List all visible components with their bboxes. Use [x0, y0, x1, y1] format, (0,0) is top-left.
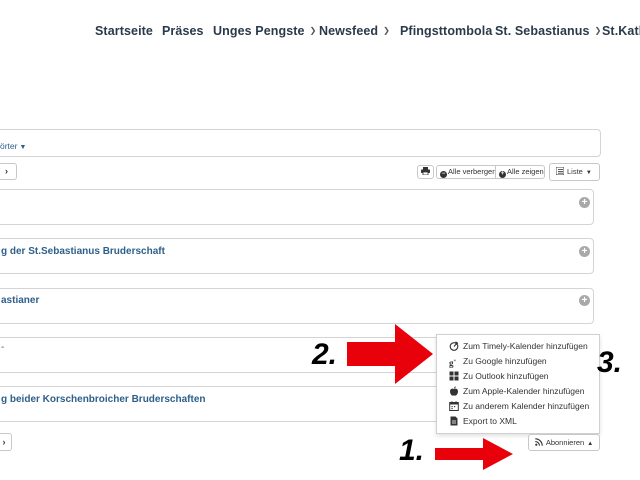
nav-item-st-katha[interactable]: St.Katha [602, 24, 640, 38]
nav-item-newsfeed[interactable]: Newsfeed ❯ [319, 24, 390, 38]
show-all-button[interactable]: + Alle zeigen [495, 165, 545, 179]
chevron-down-icon: ❯ [309, 26, 317, 35]
timely-icon [449, 341, 459, 351]
event-title[interactable]: g beider Korschenbroicher Bruderschaften [1, 394, 206, 405]
menu-item-google[interactable]: g+ Zu Google hinzufügen [449, 355, 547, 368]
subscribe-dropdown-menu: Zum Timely-Kalender hinzufügen g+ Zu Goog… [436, 334, 600, 434]
calendar-icon [449, 401, 459, 411]
subscribe-button[interactable]: Abonnieren ▲ [528, 434, 600, 451]
categories-filter[interactable]: örter ▼ [0, 141, 26, 151]
nav-label: Unges Pengste [213, 24, 305, 38]
google-plus-icon: g+ [449, 358, 457, 368]
annotation-number-3: 3. [597, 346, 623, 379]
list-icon [555, 166, 565, 176]
nav-item-startseite[interactable]: Startseite [95, 24, 153, 38]
printer-icon [421, 167, 430, 176]
expand-plus-icon[interactable]: + [579, 295, 590, 306]
expand-plus-icon[interactable]: + [579, 246, 590, 257]
event-item[interactable]: astianer + [0, 288, 594, 324]
menu-item-label: Export to XML [463, 416, 517, 426]
menu-item-apple[interactable]: Zum Apple-Kalender hinzufügen [449, 385, 584, 397]
chevron-right-icon: › [2, 437, 6, 447]
chevron-down-icon: ❯ [594, 26, 602, 35]
hide-all-button[interactable]: − Alle verbergen [436, 165, 496, 179]
apple-icon [450, 386, 458, 396]
view-switcher[interactable]: Liste ▼ [549, 163, 600, 181]
chevron-right-icon: › [5, 166, 8, 176]
subscribe-label: Abonnieren [545, 438, 585, 447]
expand-plus-icon[interactable]: + [579, 197, 590, 208]
view-label: Liste [567, 167, 583, 176]
nav-item-unges-pengste[interactable]: Unges Pengste ❯ [213, 24, 316, 38]
hide-all-label: Alle verbergen [448, 167, 497, 176]
event-title[interactable]: astianer [1, 295, 39, 306]
menu-item-export-xml[interactable]: Export to XML [449, 415, 517, 427]
menu-item-other-calendar[interactable]: Zu anderem Kalender hinzufügen [449, 400, 589, 412]
chevron-down-icon: ❯ [383, 26, 390, 35]
menu-item-label: Zu Outlook hinzufügen [463, 371, 549, 381]
caret-down-icon: ▼ [19, 144, 27, 151]
filter-bar [0, 129, 601, 157]
show-all-label: Alle zeigen [507, 167, 544, 176]
nav-item-praeses[interactable]: Präses [162, 24, 204, 38]
red-arrow-2 [347, 324, 433, 384]
event-item[interactable]: + [0, 189, 594, 225]
nav-label: Startseite [95, 24, 153, 38]
caret-up-icon: ▲ [587, 441, 594, 447]
nav-item-pfingsttombola[interactable]: Pfingsttombola [400, 24, 492, 38]
menu-item-label: Zum Timely-Kalender hinzufügen [463, 341, 588, 351]
nav-label: St. Sebastianus [495, 24, 590, 38]
minus-circle-icon: − [440, 171, 447, 178]
nav-label: Pfingsttombola [400, 24, 493, 38]
plus-circle-icon: + [499, 171, 506, 178]
menu-item-outlook[interactable]: Zu Outlook hinzufügen [449, 370, 549, 382]
nav-label: Newsfeed [319, 24, 379, 38]
event-title[interactable]: g der St.Sebastianus Bruderschaft [1, 246, 165, 257]
windows-icon [449, 371, 459, 381]
menu-item-timely[interactable]: Zum Timely-Kalender hinzufügen [449, 340, 588, 352]
event-title[interactable]: - [1, 342, 4, 353]
print-button[interactable] [417, 165, 434, 179]
nav-label: St.Katha [602, 24, 640, 38]
rss-icon [535, 438, 543, 446]
red-arrow-1 [435, 438, 513, 470]
next-page-button[interactable]: › [0, 163, 17, 180]
next-page-button-bottom[interactable]: › [0, 433, 12, 451]
categories-filter-label: örter [0, 141, 18, 151]
annotation-number-2: 2. [312, 338, 338, 371]
menu-item-label: Zum Apple-Kalender hinzufügen [463, 386, 585, 396]
caret-down-icon: ▼ [585, 170, 592, 176]
menu-item-label: Zu anderem Kalender hinzufügen [463, 401, 590, 411]
event-item[interactable]: g beider Korschenbroicher Bruderschaften [0, 386, 444, 422]
nav-label: Präses [162, 24, 204, 38]
menu-item-label: Zu Google hinzufügen [463, 356, 547, 366]
annotation-number-1: 1. [399, 434, 425, 467]
event-item[interactable]: g der St.Sebastianus Bruderschaft + [0, 238, 594, 274]
nav-item-st-sebastianus[interactable]: St. Sebastianus ❯ [495, 24, 601, 38]
file-icon [450, 416, 458, 426]
